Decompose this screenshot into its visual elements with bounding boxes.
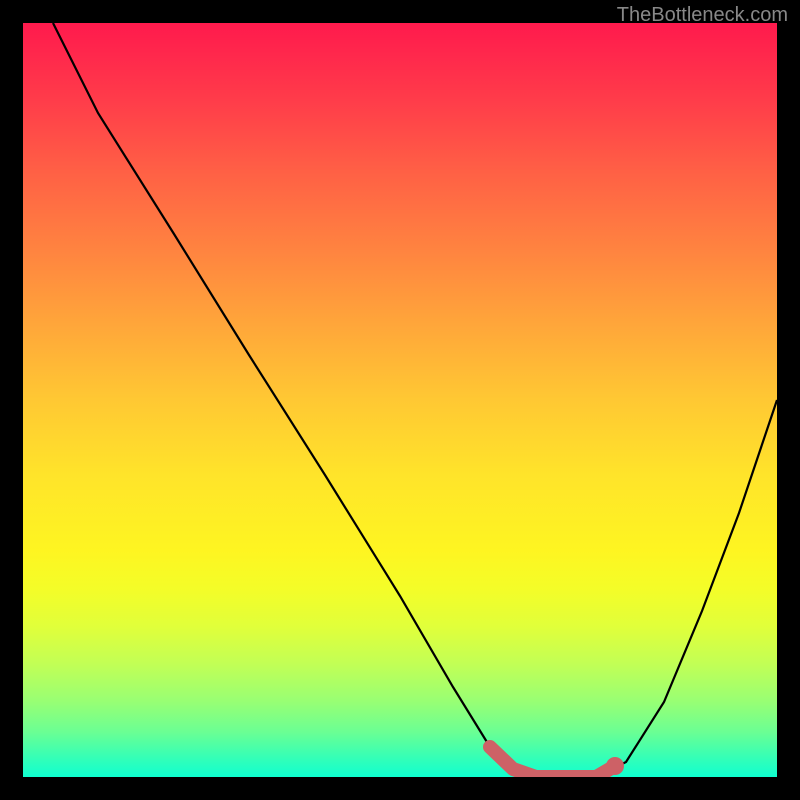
- watermark-text: TheBottleneck.com: [617, 4, 788, 27]
- chart-canvas: [23, 23, 777, 777]
- bottleneck-curve: [53, 23, 777, 777]
